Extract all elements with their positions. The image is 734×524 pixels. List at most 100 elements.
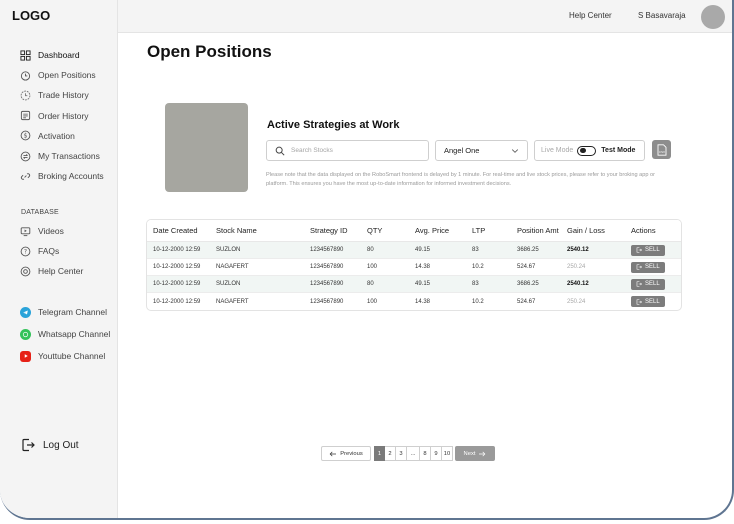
- column-header[interactable]: Position Amt: [517, 226, 567, 235]
- page-number-button[interactable]: 9: [431, 446, 442, 461]
- sidebar-item-label: Open Positions: [38, 70, 96, 81]
- dashboard-icon: [20, 50, 31, 61]
- avg-price-cell: 49.15: [415, 247, 431, 253]
- sell-button[interactable]: SELL: [631, 278, 665, 290]
- youtube-icon: [20, 350, 31, 362]
- page-number-button[interactable]: 3: [396, 446, 407, 461]
- position-amt-cell: 524.67: [517, 298, 536, 305]
- table-row: 10-12-2000 12:59 NAGAFERT 1234567890 100 14.…: [147, 259, 681, 276]
- positions-table: Date Created Stock Name Strategy ID QTY …: [146, 219, 682, 311]
- date-cell: 10-12-2000 12:59: [153, 281, 201, 287]
- dollar-icon: $: [20, 130, 31, 141]
- sidebar-item-trade-history[interactable]: Trade History: [0, 85, 118, 105]
- sidebar-item-order-history[interactable]: Order History: [0, 106, 118, 126]
- sidebar-nav: Dashboard Open Positions Trade History O…: [0, 45, 118, 186]
- arrow-left-icon: [329, 451, 337, 456]
- strategy-image: [165, 103, 248, 192]
- list-icon: [20, 110, 31, 121]
- column-header[interactable]: Strategy ID: [310, 226, 367, 235]
- column-header[interactable]: LTP: [472, 226, 517, 235]
- sidebar-item-telegram[interactable]: Telegram Channel: [0, 301, 118, 323]
- search-box[interactable]: [266, 140, 429, 161]
- stock-name-cell: NAGAFERT: [216, 298, 249, 305]
- column-header[interactable]: Stock Name: [216, 226, 310, 235]
- sidebar-item-videos[interactable]: Videos: [0, 221, 118, 241]
- toggle-knob: [580, 147, 586, 153]
- csv-label: CSV: [658, 150, 665, 154]
- help-center-link[interactable]: Help Center: [569, 11, 612, 20]
- sidebar-item-youtube[interactable]: Youttube Channel: [0, 345, 118, 367]
- ltp-cell: 83: [472, 281, 479, 287]
- sidebar-item-label: Dashboard: [38, 50, 80, 61]
- sidebar-item-label: Activation: [38, 130, 75, 141]
- clock-icon: [20, 70, 31, 81]
- mode-switch-box: Live Mode Test Mode: [534, 140, 645, 161]
- help-icon: [20, 266, 31, 277]
- sell-label: SELL: [645, 298, 660, 305]
- qty-cell: 80: [367, 247, 374, 253]
- avatar[interactable]: [701, 5, 725, 29]
- csv-export-button[interactable]: CSV: [652, 140, 671, 159]
- page-number-button[interactable]: 1: [374, 446, 385, 461]
- date-cell: 10-12-2000 12:59: [153, 298, 201, 305]
- exit-icon: [636, 247, 642, 253]
- column-header[interactable]: QTY: [367, 226, 415, 235]
- mode-toggle[interactable]: [577, 145, 597, 156]
- strategy-id-cell: 1234567890: [310, 264, 344, 270]
- sidebar-item-label: Telegram Channel: [38, 307, 107, 317]
- sidebar-item-whatsapp[interactable]: Whatsapp Channel: [0, 323, 118, 345]
- page-title: Open Positions: [147, 42, 272, 61]
- logout-icon: [20, 437, 36, 453]
- sidebar-item-label: FAQs: [38, 246, 60, 257]
- svg-text:?: ?: [24, 248, 27, 255]
- broker-select[interactable]: Angel One: [435, 140, 528, 161]
- info-icon: ?: [20, 246, 31, 257]
- qty-cell: 100: [367, 264, 378, 270]
- exit-icon: [636, 298, 642, 305]
- database-nav: Videos ? FAQs Help Center: [0, 221, 118, 282]
- arrow-right-icon: [479, 451, 486, 456]
- page-number-button[interactable]: 2: [385, 446, 396, 461]
- sidebar-item-my-transactions[interactable]: My Transactions: [0, 146, 118, 166]
- gain-loss-cell: 2540.12: [567, 247, 589, 253]
- column-header[interactable]: Date Created: [147, 226, 216, 235]
- avg-price-cell: 49.15: [415, 281, 431, 287]
- test-mode-label: Test Mode: [601, 147, 636, 154]
- next-page-button[interactable]: Next: [455, 446, 495, 461]
- sell-button[interactable]: SELL: [631, 296, 665, 307]
- sell-label: SELL: [645, 247, 660, 253]
- sidebar-item-broking-accounts[interactable]: Broking Accounts: [0, 166, 118, 186]
- history-icon: [20, 90, 31, 101]
- sidebar-item-faqs[interactable]: ? FAQs: [0, 241, 118, 261]
- sell-button[interactable]: SELL: [631, 261, 665, 273]
- page-ellipsis: ...: [407, 446, 420, 461]
- sidebar-item-label: Youttube Channel: [38, 351, 106, 361]
- column-header[interactable]: Gain / Loss: [567, 226, 631, 235]
- link-icon: [20, 171, 31, 182]
- avg-price-cell: 14.38: [415, 264, 431, 270]
- position-amt-cell: 3686.25: [517, 247, 539, 253]
- page-number-button[interactable]: 10: [442, 446, 453, 461]
- page-numbers: 1 2 3... 8 9 10: [374, 446, 453, 461]
- ltp-cell: 10.2: [472, 264, 484, 270]
- sidebar-item-label: Order History: [38, 110, 89, 121]
- sidebar-item-activation[interactable]: $ Activation: [0, 126, 118, 146]
- strategy-id-cell: 1234567890: [310, 281, 344, 287]
- actions-cell: SELL: [631, 244, 681, 256]
- gain-loss-cell: 250.24: [567, 264, 586, 270]
- search-input[interactable]: [291, 147, 411, 154]
- sell-label: SELL: [645, 264, 660, 270]
- qty-cell: 100: [367, 298, 378, 305]
- sidebar-item-dashboard[interactable]: Dashboard: [0, 45, 118, 65]
- previous-page-button[interactable]: Previous: [321, 446, 371, 461]
- position-amt-cell: 3686.25: [517, 281, 539, 287]
- search-icon: [275, 146, 285, 156]
- column-header[interactable]: Avg. Price: [415, 226, 472, 235]
- sell-button[interactable]: SELL: [631, 244, 665, 256]
- page-number-button[interactable]: 8: [420, 446, 431, 461]
- sidebar-item-help-center[interactable]: Help Center: [0, 261, 118, 281]
- sidebar-item-open-positions[interactable]: Open Positions: [0, 65, 118, 85]
- user-name[interactable]: S Basavaraja: [638, 11, 686, 20]
- logout-button[interactable]: Log Out: [20, 437, 79, 453]
- date-cell: 10-12-2000 12:59: [153, 247, 201, 253]
